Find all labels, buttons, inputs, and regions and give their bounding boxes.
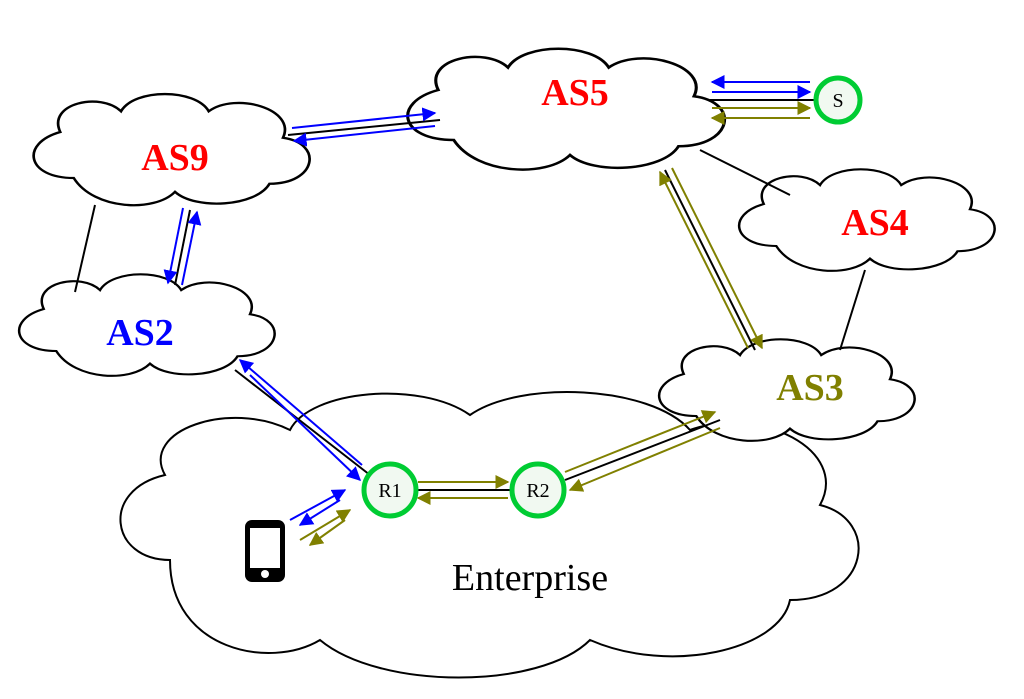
- label-as9: AS9: [141, 137, 209, 179]
- node-r2-label: R2: [526, 480, 549, 502]
- node-r1-label: R1: [378, 480, 401, 502]
- node-s: S: [816, 78, 860, 122]
- label-as4: AS4: [841, 202, 909, 244]
- label-as5: AS5: [541, 72, 609, 114]
- node-r1: R1: [364, 464, 416, 516]
- label-as2: AS2: [106, 312, 174, 354]
- label-enterprise: Enterprise: [452, 557, 608, 599]
- network-diagram: S R1 R2 AS9 AS2 AS5 AS4 AS3 Enterprise: [0, 0, 1024, 699]
- node-s-label: S: [832, 90, 843, 112]
- node-r2: R2: [512, 464, 564, 516]
- phone-icon: [245, 520, 285, 582]
- label-as3: AS3: [776, 367, 844, 409]
